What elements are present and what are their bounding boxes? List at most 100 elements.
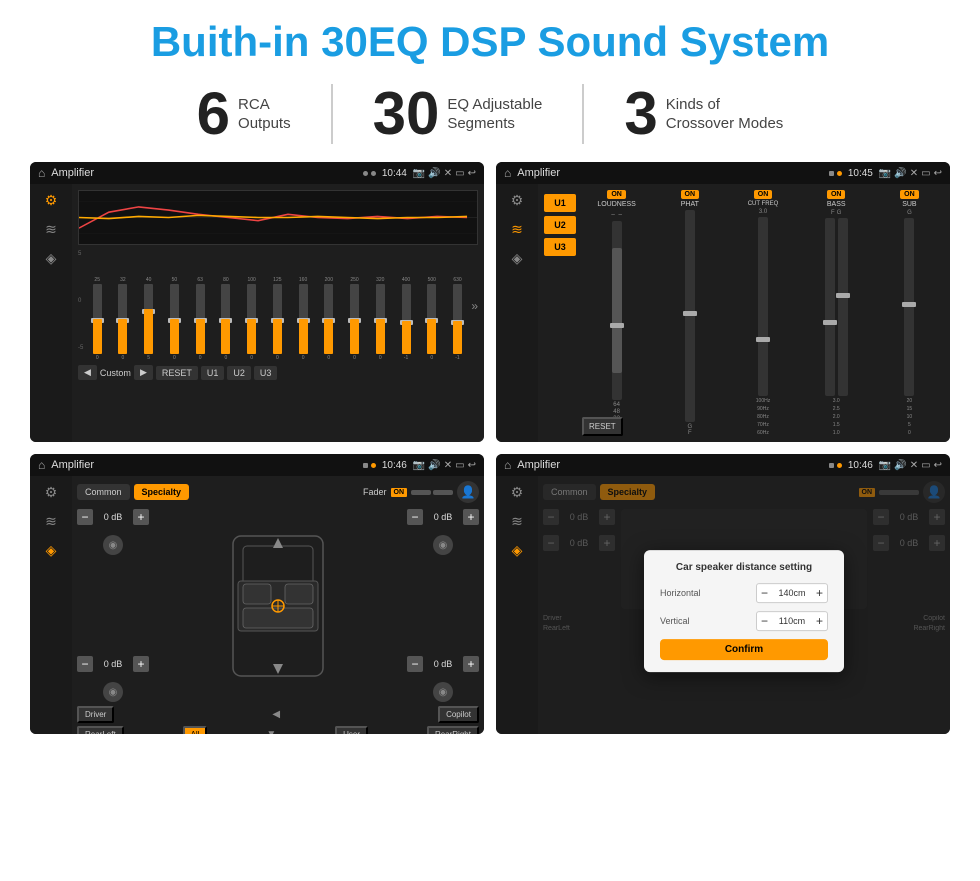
bass-toggle[interactable]: ON (827, 190, 846, 199)
phat-toggle[interactable]: ON (681, 190, 700, 199)
fader-minus-4[interactable]: − (407, 656, 423, 672)
dialog-vertical-minus[interactable]: − (761, 614, 768, 628)
fader-sb-icon3[interactable]: ◈ (46, 542, 57, 559)
fader-slider-h1[interactable] (411, 490, 431, 495)
eq-band-7[interactable] (247, 284, 256, 354)
dialog-vertical-label: Vertical (660, 616, 710, 626)
cross-back-icon[interactable]: ↩ (934, 168, 942, 179)
preset-u3[interactable]: U3 (544, 238, 576, 256)
confirm-button[interactable]: Confirm (660, 639, 828, 660)
left-arrow-icon[interactable]: ◀ (272, 709, 280, 720)
avatar-icon[interactable]: 👤 (457, 481, 479, 503)
fader-plus-2[interactable]: + (133, 656, 149, 672)
speaker-sym-4: ◉ (439, 687, 448, 698)
fader-home-icon[interactable]: ⌂ (38, 458, 45, 472)
bass-slider-2[interactable] (838, 218, 848, 396)
all-btn[interactable]: All (183, 726, 208, 734)
eq-band-13[interactable] (402, 284, 411, 354)
dist-avatar-icon[interactable]: 👤 (923, 481, 945, 503)
driver-btn[interactable]: Driver (77, 706, 114, 723)
dist-sb-icon2[interactable]: ≋ (511, 513, 523, 530)
cross-sb-icon3[interactable]: ◈ (512, 250, 523, 267)
fader-sb-icon2[interactable]: ≋ (45, 513, 57, 530)
eq-u2-btn[interactable]: U2 (227, 366, 251, 380)
eq-sidebar-eq-icon[interactable]: ⚙ (45, 192, 58, 209)
fader-plus-1[interactable]: + (133, 509, 149, 525)
dist-tab-specialty[interactable]: Specialty (600, 484, 656, 500)
bass-slider-1[interactable] (825, 218, 835, 396)
fader-time: 10:46 (382, 460, 407, 471)
eq-band-8[interactable] (273, 284, 282, 354)
preset-u2[interactable]: U2 (544, 216, 576, 234)
fader-back-icon[interactable]: ↩ (468, 460, 476, 471)
cross-home-icon[interactable]: ⌂ (504, 166, 511, 180)
fader-minus-2[interactable]: − (77, 656, 93, 672)
rearright-btn[interactable]: RearRight (427, 726, 479, 734)
dist-tab-common[interactable]: Common (543, 484, 596, 500)
loudness-toggle[interactable]: ON (607, 190, 626, 199)
eq-band-3[interactable] (144, 284, 153, 354)
eq-band-9[interactable] (299, 284, 308, 354)
cross-sb-icon2[interactable]: ≋ (511, 221, 523, 238)
eq-band-11[interactable] (350, 284, 359, 354)
cross-reset-btn[interactable]: RESET (582, 417, 623, 436)
preset-u1[interactable]: U1 (544, 194, 576, 212)
expand-icon[interactable]: » (471, 299, 478, 313)
eq-band-15[interactable] (453, 284, 462, 354)
sub-slider[interactable] (904, 218, 914, 396)
copilot-btn[interactable]: Copilot (438, 706, 479, 723)
distance-dialog: Car speaker distance setting Horizontal … (644, 550, 844, 672)
rearleft-btn[interactable]: RearLeft (77, 726, 124, 734)
eq-reset-btn[interactable]: RESET (156, 366, 198, 380)
eq-play-btn[interactable]: ▶ (134, 365, 153, 380)
dialog-horizontal-plus[interactable]: + (816, 586, 823, 600)
fader-slider-h2[interactable] (433, 490, 453, 495)
freq-80: 80 (223, 277, 229, 283)
eq-band-5[interactable] (196, 284, 205, 354)
eq-sidebar-wave-icon[interactable]: ≋ (45, 221, 57, 238)
eq-band-6[interactable] (221, 284, 230, 354)
stat-eq-label: EQ AdjustableSegments (447, 95, 542, 134)
eq-u3-btn[interactable]: U3 (254, 366, 278, 380)
back-icon[interactable]: ↩ (468, 168, 476, 179)
dist-back-icon[interactable]: ↩ (934, 460, 942, 471)
eq-band-12[interactable] (376, 284, 385, 354)
dialog-horizontal-minus[interactable]: − (761, 586, 768, 600)
fader-plus-4[interactable]: + (463, 656, 479, 672)
cross-sb-icon1[interactable]: ⚙ (511, 192, 524, 209)
eq-band-1[interactable] (93, 284, 102, 354)
fader-plus-3[interactable]: + (463, 509, 479, 525)
loudness-slider[interactable] (612, 221, 622, 400)
home-icon[interactable]: ⌂ (38, 166, 45, 180)
eq-band-2[interactable] (118, 284, 127, 354)
sub-label: SUB (902, 201, 916, 208)
tab-common[interactable]: Common (77, 484, 130, 500)
dist-sb-icon3[interactable]: ◈ (512, 542, 523, 559)
sub-toggle[interactable]: ON (900, 190, 919, 199)
bass-val-2: 2.0 (833, 414, 840, 420)
fader-minus-3[interactable]: − (407, 509, 423, 525)
cutfreq-toggle[interactable]: ON (754, 190, 773, 199)
eq-u1-btn[interactable]: U1 (201, 366, 225, 380)
eq-val-2: 0 (122, 355, 125, 361)
eq-band-10[interactable] (324, 284, 333, 354)
screenshots-grid: ⌂ Amplifier 10:44 📷 🔊 ✕ ▭ ↩ ⚙ ≋ (30, 162, 950, 734)
dist-time: 10:46 (848, 460, 873, 471)
user-btn[interactable]: User (335, 726, 368, 734)
eq-sidebar-vol-icon[interactable]: ◈ (46, 250, 57, 267)
eq-prev-btn[interactable]: ◀ (78, 365, 97, 380)
fader-minus-1[interactable]: − (77, 509, 93, 525)
cutfreq-slider[interactable] (758, 217, 768, 396)
crossover-status-bar: ⌂ Amplifier 10:45 📷 🔊 ✕ ▭ ↩ (496, 162, 950, 184)
dialog-vertical-plus[interactable]: + (816, 614, 823, 628)
fader-sb-icon1[interactable]: ⚙ (45, 484, 58, 501)
dot-sq (829, 171, 834, 176)
fader-on-badge[interactable]: ON (391, 488, 408, 497)
phat-slider[interactable] (685, 210, 695, 422)
dist-sb-icon1[interactable]: ⚙ (511, 484, 524, 501)
tab-specialty[interactable]: Specialty (134, 484, 190, 500)
dist-home-icon[interactable]: ⌂ (504, 458, 511, 472)
down-arrow-icon[interactable]: ▼ (266, 729, 276, 734)
eq-band-4[interactable] (170, 284, 179, 354)
eq-band-14[interactable] (427, 284, 436, 354)
